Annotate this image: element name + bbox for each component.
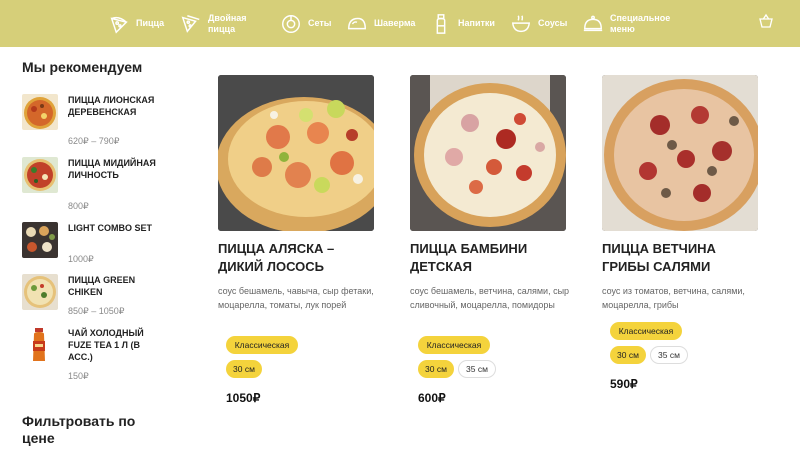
product-thumbnail[interactable] [22, 222, 58, 258]
variant-option-classic[interactable]: Классическая [610, 322, 682, 340]
nav-label: Соусы [538, 18, 568, 28]
bottle-icon [436, 13, 446, 34]
product-thumbnail[interactable] [22, 157, 58, 193]
variant-option-classic[interactable]: Классическая [226, 336, 298, 354]
sidebar-title: Мы рекомендуем [22, 59, 143, 75]
product-description: соус бешамель, ветчина, салями, сыр слив… [410, 286, 570, 310]
pizza-slice-icon [110, 16, 128, 34]
nav-label: Напитки [458, 18, 495, 28]
product-thumbnail[interactable] [22, 274, 58, 310]
product-image[interactable] [218, 75, 374, 231]
nav-label: Сеты [308, 18, 332, 28]
product-description: соус бешамель, чавыча, сыр фетаки, моцар… [218, 286, 374, 310]
nav-item-shawarma[interactable]: Шаверма [346, 0, 415, 47]
set-icon [282, 14, 300, 33]
product-price: 1050₽ [226, 391, 261, 405]
recommended-item-price: 1000₽ [68, 254, 94, 264]
basket-icon[interactable] [758, 13, 774, 29]
size-option-35cm[interactable]: 35 см [458, 360, 496, 378]
nav-label: Шаверма [374, 18, 416, 28]
recommended-item-price: 850₽ – 1050₽ [68, 306, 125, 316]
recommended-item-name[interactable]: Чай холодный FUZE TEA 1 л (в асс.) [68, 327, 158, 363]
size-option-35cm[interactable]: 35 см [650, 346, 688, 364]
filter-by-price-title: Фильтровать по цене [22, 413, 136, 446]
size-option-30cm[interactable]: 30 см [610, 346, 646, 364]
size-option-30cm[interactable]: 30 см [418, 360, 454, 378]
recommended-item-name[interactable]: Пицца Мидийная личность [68, 157, 158, 181]
product-title[interactable]: Пицца Ветчина Грибы Салями [602, 240, 762, 276]
product-title[interactable]: Пицца Аляска – Дикий лосось [218, 240, 378, 276]
nav-item-double-pizza[interactable]: Двойная пицца [180, 0, 258, 47]
size-option-30cm[interactable]: 30 см [226, 360, 262, 378]
product-title[interactable]: Пицца Бамбини детская [410, 240, 570, 276]
nav-item-sets[interactable]: Сеты [280, 0, 331, 47]
product-price: 600₽ [418, 391, 446, 405]
product-image[interactable] [602, 75, 758, 231]
sauce-bowl-icon [511, 14, 531, 32]
product-description: соус из томатов, ветчина, салями, моцаре… [602, 286, 745, 310]
nav-label: Специальное меню [610, 12, 671, 34]
recommended-item-price: 150₽ [68, 371, 89, 381]
recommended-item-name[interactable]: Light Combo Set [68, 222, 158, 234]
product-price: 590₽ [610, 377, 638, 391]
taco-icon [348, 17, 366, 29]
cloche-icon [583, 15, 603, 31]
recommended-item-name[interactable]: Пицца Green Chiken [68, 274, 158, 298]
nav-item-pizza[interactable]: Пицца [108, 0, 164, 47]
nav-label: Пицца [136, 18, 165, 28]
nav-item-sauces[interactable]: Соусы [510, 0, 567, 47]
recommended-item-price: 620₽ – 790₽ [68, 136, 120, 146]
recommended-item-name[interactable]: Пицца Лионская Деревенская [68, 94, 158, 118]
double-pizza-icon [181, 14, 200, 33]
product-image[interactable] [410, 75, 566, 231]
product-thumbnail[interactable] [22, 94, 58, 130]
nav-item-drinks[interactable]: Напитки [430, 0, 495, 47]
nav-item-special-menu[interactable]: Специальное меню [582, 0, 670, 47]
nav-label: Двойная пицца [208, 12, 247, 34]
product-thumbnail[interactable] [22, 327, 58, 363]
recommended-item-price: 800₽ [68, 201, 89, 211]
variant-option-classic[interactable]: Классическая [418, 336, 490, 354]
top-navigation: Пицца Двойная пицца Сеты Шаверма Напитки… [0, 0, 800, 47]
